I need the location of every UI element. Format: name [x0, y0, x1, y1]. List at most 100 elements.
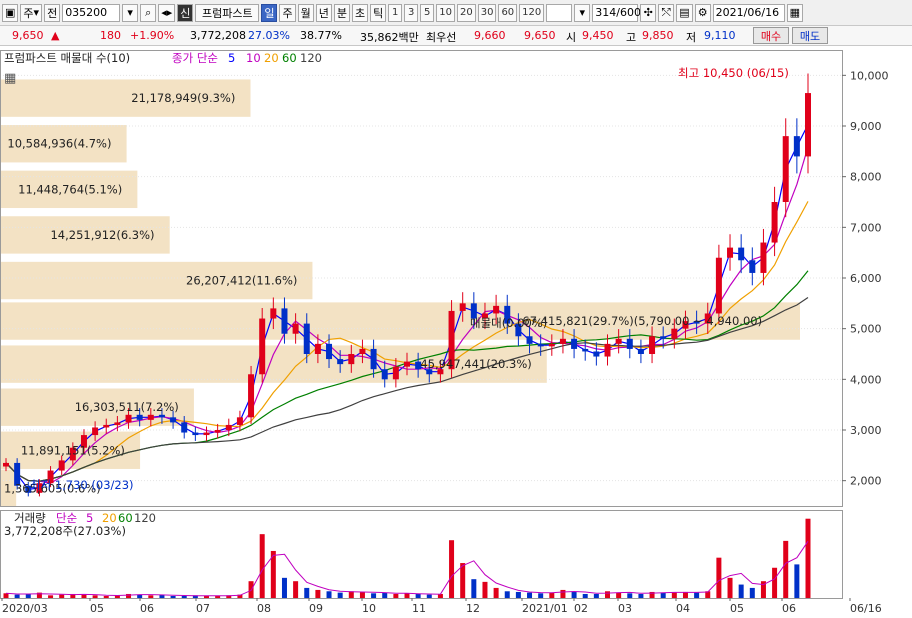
candle-body — [637, 348, 644, 354]
volume-bar — [527, 592, 533, 598]
x-tick-label: 04 — [676, 602, 690, 615]
volume-bar — [326, 591, 332, 598]
annotation: 매물대(0.00%) — [470, 316, 547, 330]
legend-ma-period: 20 — [264, 51, 279, 65]
candle-body — [593, 351, 600, 357]
chart-title: 프럼파스트 매물대 수(10) — [4, 51, 130, 65]
volume-bar — [393, 593, 399, 598]
volume-bar — [415, 593, 421, 598]
candle-body — [348, 354, 355, 365]
x-tick-label: 2020/03 — [2, 602, 48, 615]
volume-bar — [783, 540, 789, 598]
volume-bar — [749, 587, 755, 598]
volume-bar — [805, 518, 811, 598]
volume-legend-period: 120 — [134, 511, 156, 525]
volume-bar — [81, 594, 87, 598]
candle-body — [537, 343, 544, 347]
candle-body — [660, 336, 667, 339]
candle-body — [493, 305, 500, 314]
volume-bar — [359, 591, 365, 598]
volume-ma-line — [5, 541, 809, 597]
volume-bar — [348, 591, 354, 598]
candle-body — [626, 338, 633, 349]
candle-body — [604, 343, 611, 357]
profile-label: 11,448,764(5.1%) — [18, 182, 122, 196]
candle-body — [192, 432, 199, 436]
volume-bar — [25, 593, 31, 598]
x-tick-label: 11 — [412, 602, 426, 615]
candle-body — [805, 93, 811, 157]
volume-bar — [103, 595, 109, 598]
volume-bar — [304, 587, 310, 598]
candle-body — [359, 348, 366, 354]
volume-bar — [571, 591, 577, 598]
x-tick-label: 06/16 — [850, 602, 882, 615]
volume-bar — [560, 589, 566, 598]
x-tick-label: 10 — [362, 602, 376, 615]
volume-bar — [293, 581, 299, 598]
candle-body — [571, 338, 578, 349]
candle-body — [749, 260, 756, 273]
volume-bar — [538, 593, 544, 598]
candle-body — [337, 359, 344, 365]
candle-body — [715, 257, 722, 314]
volume-bar — [582, 593, 588, 598]
candle-body — [281, 308, 288, 334]
volume-panel: 거래량단순520601203,772,208주(27.03%)10,000K3,… — [3, 511, 905, 598]
legend-ma-period: 5 — [228, 51, 235, 65]
x-tick-label: 06 — [782, 602, 796, 615]
candle-body — [125, 414, 132, 423]
volume-bar — [671, 592, 677, 598]
x-tick-label: 06 — [140, 602, 154, 615]
candle-body — [270, 308, 277, 319]
volume-bar — [605, 591, 610, 598]
y-tick-label: 6,000 — [850, 272, 882, 285]
volume-bar — [515, 591, 521, 598]
volume-legend: 단순 — [56, 511, 77, 525]
legend-ma-period: 10 — [246, 51, 261, 65]
x-tick-label: 08 — [257, 602, 271, 615]
volume-legend-period: 5 — [86, 511, 93, 525]
candle-body — [392, 366, 399, 380]
profile-label: 21,178,949(9.3%) — [131, 91, 235, 105]
candle-body — [793, 136, 800, 157]
candle-body — [582, 348, 589, 352]
x-tick-label: 05 — [90, 602, 104, 615]
candle-body — [147, 414, 154, 420]
candle-body — [760, 242, 767, 273]
candle-body — [136, 414, 143, 420]
profile-label: 45,947,441(20.3%) — [420, 357, 531, 371]
candle-body — [158, 414, 165, 418]
volume-bar — [281, 577, 287, 598]
price-chart[interactable]: 21,178,949(9.3%) 10,584,936(4.7%) 11,448,7… — [0, 0, 912, 618]
volume-bar — [382, 592, 388, 598]
volume-bar — [738, 584, 744, 598]
candle-body — [3, 462, 9, 467]
volume-bar — [449, 540, 455, 598]
volume-bar — [3, 593, 9, 598]
candle-body — [771, 202, 778, 243]
min-label: 최저 1,730 (03/23) — [30, 478, 134, 492]
candle-body — [314, 343, 321, 354]
candle-body — [526, 336, 533, 344]
volume-bar — [48, 595, 54, 598]
candle-body — [236, 417, 243, 425]
y-tick-label: 9,000 — [850, 120, 882, 133]
volume-bar — [460, 563, 466, 598]
volume-bar — [471, 579, 477, 598]
max-label: 최고 10,450 (06/15) — [678, 66, 789, 80]
volume-bar — [337, 592, 343, 598]
profile-label: 67,415,821(29.7%)(5,790.00 ~ 4,940.00) — [522, 314, 762, 328]
volume-bar — [638, 593, 644, 598]
candle-body — [548, 343, 555, 347]
volume-legend-period: 20 — [102, 511, 117, 525]
candle-body — [370, 348, 377, 370]
volume-bar — [181, 595, 187, 598]
candle-body — [203, 432, 210, 436]
volume-bar — [660, 592, 666, 598]
volume-bar — [716, 557, 722, 598]
volume-bar — [170, 595, 176, 598]
y-tick-label: 7,000 — [850, 221, 882, 234]
candle-body — [58, 460, 65, 471]
volume-bar — [794, 564, 800, 598]
